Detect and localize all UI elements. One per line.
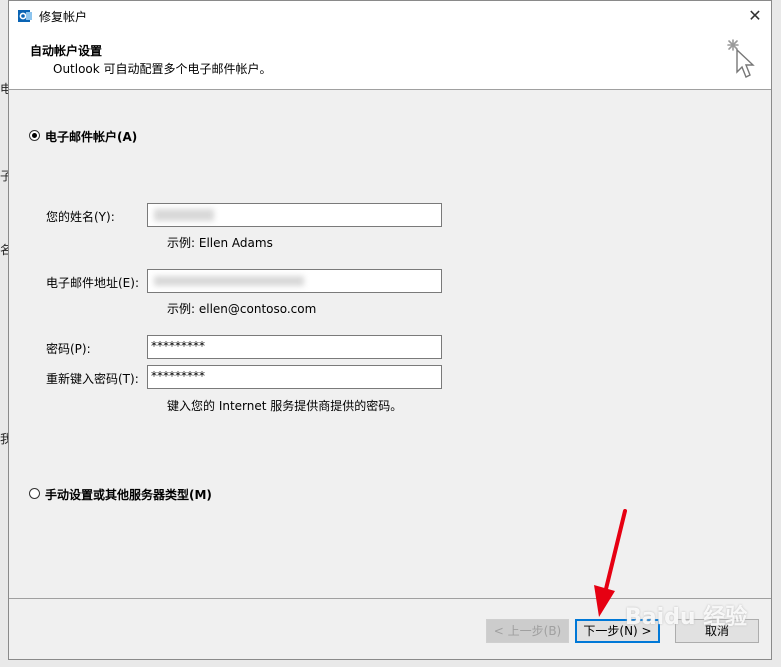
retype-password-field[interactable]: *********: [147, 365, 442, 389]
close-button[interactable]: ✕: [739, 1, 771, 31]
header-subtitle: Outlook 可自动配置多个电子邮件帐户。: [53, 62, 272, 76]
cursor-sparkle-icon: [727, 39, 755, 78]
title-bar: 修复帐户 ✕: [9, 1, 771, 31]
email-account-label: 电子邮件帐户(A): [45, 130, 138, 144]
password-label: 密码(P):: [46, 342, 91, 356]
name-field[interactable]: [147, 203, 442, 227]
name-label: 您的姓名(Y):: [46, 210, 115, 224]
retype-password-label: 重新键入密码(T):: [46, 372, 139, 386]
manual-setup-label: 手动设置或其他服务器类型(M): [45, 488, 212, 502]
password-field[interactable]: *********: [147, 335, 442, 359]
email-field[interactable]: [147, 269, 442, 293]
email-label: 电子邮件地址(E):: [46, 276, 139, 290]
email-account-radio[interactable]: [29, 130, 40, 141]
back-button[interactable]: < 上一步(B): [486, 619, 569, 643]
baidu-watermark: Baidu 经验: [625, 605, 748, 630]
password-hint: 键入您的 Internet 服务提供商提供的密码。: [167, 399, 403, 413]
name-hint: 示例: Ellen Adams: [167, 236, 273, 250]
redacted-email: [154, 276, 304, 286]
manual-setup-radio[interactable]: [29, 488, 40, 499]
window-title: 修复帐户: [39, 10, 88, 24]
header-title: 自动帐户设置: [30, 44, 103, 58]
repair-account-dialog: 修复帐户 ✕ 自动帐户设置 Outlook 可自动配置多个电子邮件帐户。 电子邮…: [8, 0, 772, 660]
redacted-name: [154, 209, 214, 221]
email-hint: 示例: ellen@contoso.com: [167, 302, 317, 316]
wizard-header: 自动帐户设置 Outlook 可自动配置多个电子邮件帐户。: [9, 31, 771, 90]
outlook-app-icon: [18, 10, 32, 22]
